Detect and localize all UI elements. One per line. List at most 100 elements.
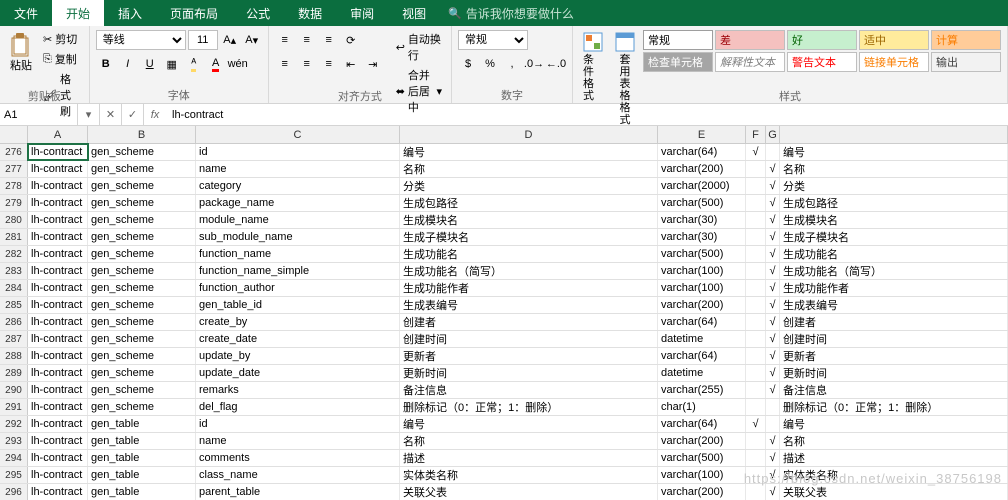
cell[interactable]: lh-contract: [28, 144, 88, 160]
tab-视图[interactable]: 视图: [388, 0, 440, 26]
cell[interactable]: function_name_simple: [196, 263, 400, 279]
row-header[interactable]: 278: [0, 178, 28, 194]
col-header-C[interactable]: C: [196, 126, 400, 143]
cell[interactable]: 名称: [780, 433, 1008, 449]
cell[interactable]: lh-contract: [28, 195, 88, 211]
cell[interactable]: 生成功能作者: [780, 280, 1008, 296]
row-header[interactable]: 293: [0, 433, 28, 449]
align-center-button[interactable]: ≡: [297, 54, 317, 74]
tab-文件[interactable]: 文件: [0, 0, 52, 26]
tab-页面布局[interactable]: 页面布局: [156, 0, 232, 26]
cell[interactable]: √: [766, 280, 780, 296]
cell[interactable]: gen_table: [88, 416, 196, 432]
cell[interactable]: 编号: [780, 416, 1008, 432]
tab-数据[interactable]: 数据: [284, 0, 336, 26]
tell-me-search[interactable]: 🔍告诉我你想要做什么: [448, 0, 574, 26]
row-header[interactable]: 296: [0, 484, 28, 500]
align-bottom-button[interactable]: ≡: [319, 30, 339, 50]
cell[interactable]: 分类: [780, 178, 1008, 194]
cell[interactable]: 生成包路径: [780, 195, 1008, 211]
increase-font-button[interactable]: A▴: [220, 30, 240, 50]
row-header[interactable]: 294: [0, 450, 28, 466]
style-好[interactable]: 好: [787, 30, 857, 50]
cell[interactable]: √: [766, 484, 780, 500]
cell[interactable]: gen_scheme: [88, 229, 196, 245]
number-format-select[interactable]: 常规: [458, 30, 528, 50]
cell[interactable]: lh-contract: [28, 348, 88, 364]
cell[interactable]: √: [746, 144, 766, 160]
style-适中[interactable]: 适中: [859, 30, 929, 50]
cell[interactable]: [746, 178, 766, 194]
cell[interactable]: name: [196, 161, 400, 177]
cell[interactable]: [766, 144, 780, 160]
cell[interactable]: gen_scheme: [88, 399, 196, 415]
cell[interactable]: [746, 484, 766, 500]
row-header[interactable]: 277: [0, 161, 28, 177]
cell[interactable]: 创建时间: [780, 331, 1008, 347]
cell[interactable]: parent_table: [196, 484, 400, 500]
col-header-G[interactable]: G: [766, 126, 780, 143]
cell[interactable]: 描述: [400, 450, 658, 466]
cell[interactable]: 生成模块名: [400, 212, 658, 228]
cell-styles-gallery[interactable]: 常规差好适中计算检查单元格解释性文本警告文本链接单元格输出: [643, 30, 1001, 72]
cell[interactable]: 名称: [780, 161, 1008, 177]
align-right-button[interactable]: ≡: [319, 54, 339, 74]
cell[interactable]: 分类: [400, 178, 658, 194]
cell[interactable]: √: [766, 297, 780, 313]
cell[interactable]: [746, 348, 766, 364]
cell[interactable]: gen_scheme: [88, 178, 196, 194]
font-color-button[interactable]: A: [206, 54, 226, 74]
cell[interactable]: id: [196, 144, 400, 160]
cell[interactable]: 实体类名称: [780, 467, 1008, 483]
cell[interactable]: lh-contract: [28, 212, 88, 228]
cell[interactable]: module_name: [196, 212, 400, 228]
cell[interactable]: varchar(100): [658, 467, 746, 483]
col-header-D[interactable]: D: [400, 126, 658, 143]
cell[interactable]: [746, 433, 766, 449]
indent-inc-button[interactable]: ⇥: [363, 54, 383, 74]
cell[interactable]: [746, 365, 766, 381]
cell[interactable]: datetime: [658, 365, 746, 381]
cell[interactable]: id: [196, 416, 400, 432]
tab-插入[interactable]: 插入: [104, 0, 156, 26]
row-header[interactable]: 286: [0, 314, 28, 330]
cell[interactable]: 备注信息: [400, 382, 658, 398]
cell[interactable]: 创建者: [780, 314, 1008, 330]
indent-dec-button[interactable]: ⇤: [341, 54, 361, 74]
cell[interactable]: 创建时间: [400, 331, 658, 347]
cell[interactable]: del_flag: [196, 399, 400, 415]
border-button[interactable]: ▦: [162, 54, 182, 74]
cell[interactable]: gen_table_id: [196, 297, 400, 313]
cell[interactable]: lh-contract: [28, 161, 88, 177]
cell[interactable]: 创建者: [400, 314, 658, 330]
cell[interactable]: create_date: [196, 331, 400, 347]
cell[interactable]: update_date: [196, 365, 400, 381]
cell[interactable]: [766, 416, 780, 432]
paste-button[interactable]: 粘贴: [6, 30, 36, 74]
cell[interactable]: varchar(200): [658, 297, 746, 313]
dec-decimal-button[interactable]: ←.0: [546, 54, 566, 74]
cell[interactable]: gen_scheme: [88, 331, 196, 347]
cell[interactable]: 生成功能作者: [400, 280, 658, 296]
wrap-text-button[interactable]: ↩自动换行: [393, 30, 445, 64]
cell[interactable]: varchar(64): [658, 144, 746, 160]
italic-button[interactable]: I: [118, 54, 138, 74]
cell[interactable]: √: [766, 450, 780, 466]
cell[interactable]: √: [766, 263, 780, 279]
cell[interactable]: [746, 331, 766, 347]
cell[interactable]: 编号: [400, 416, 658, 432]
align-middle-button[interactable]: ≡: [297, 30, 317, 50]
style-计算[interactable]: 计算: [931, 30, 1001, 50]
font-size-input[interactable]: [188, 30, 218, 50]
row-header[interactable]: 284: [0, 280, 28, 296]
cell[interactable]: 编号: [780, 144, 1008, 160]
cell[interactable]: √: [766, 382, 780, 398]
cell[interactable]: gen_table: [88, 450, 196, 466]
cell[interactable]: gen_scheme: [88, 365, 196, 381]
tab-开始[interactable]: 开始: [52, 0, 104, 26]
row-header[interactable]: 283: [0, 263, 28, 279]
style-输出[interactable]: 输出: [931, 52, 1001, 72]
cell[interactable]: √: [766, 195, 780, 211]
cell[interactable]: [746, 467, 766, 483]
col-header-F[interactable]: F: [746, 126, 766, 143]
